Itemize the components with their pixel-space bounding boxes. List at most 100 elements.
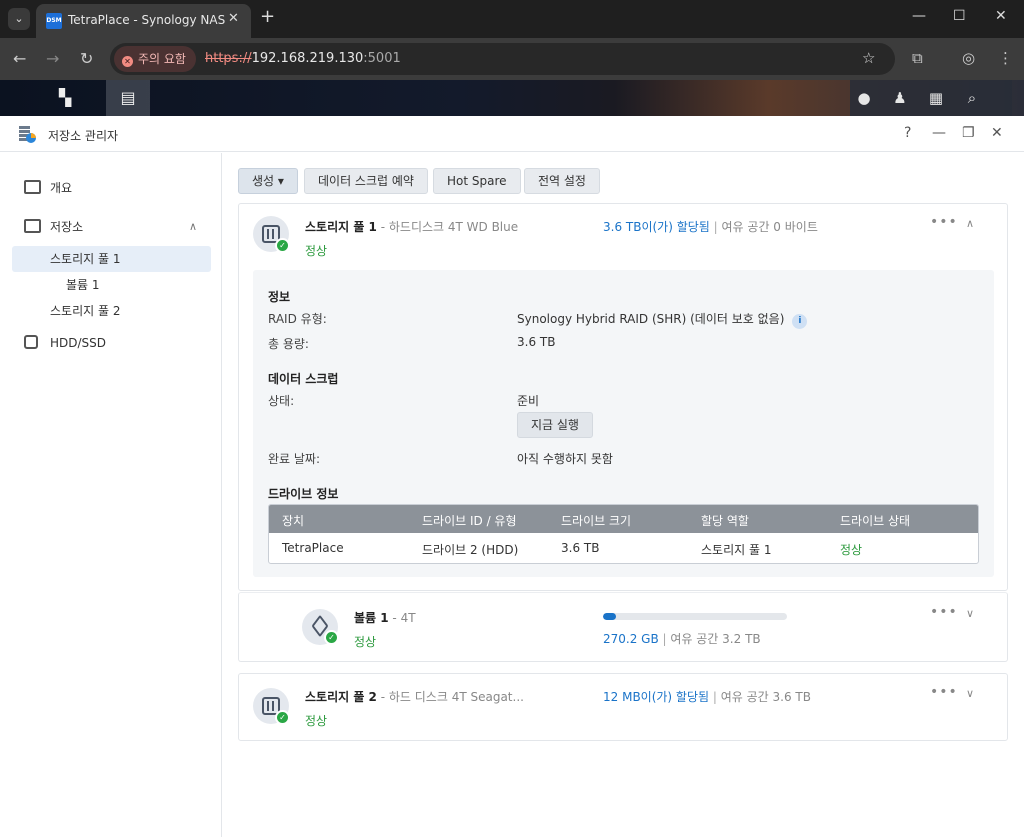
new-tab-icon[interactable]: +: [260, 6, 275, 27]
search-icon[interactable]: ⌕: [962, 88, 982, 108]
close-window-icon[interactable]: ✕: [995, 8, 1007, 24]
drive-table: 장치 드라이브 ID / 유형 드라이브 크기 할당 역할 드라이브 상태 Te…: [268, 504, 979, 564]
storage-manager-taskbar-icon[interactable]: ▤: [106, 80, 150, 116]
pool-subtitle: - 하드디스크 4T WD Blue: [376, 220, 519, 234]
raid-type-label: RAID 유형:: [268, 312, 327, 326]
hot-spare-button[interactable]: Hot Spare: [433, 168, 521, 194]
pool-allocation: 12 MB이(가) 할당됨 | 여유 공간 3.6 TB: [603, 688, 811, 705]
sidebar-item-overview[interactable]: 개요: [12, 175, 211, 201]
url-port: :5001: [363, 51, 401, 66]
free-space-text: 여유 공간 3.6 TB: [720, 690, 811, 704]
completed-date-value: 아직 수행하지 못함: [517, 452, 613, 466]
pool-title: 스토리지 풀 2 - 하드 디스크 4T Seagat...: [305, 688, 524, 705]
chevron-up-icon[interactable]: ∧: [189, 214, 197, 240]
back-icon[interactable]: ←: [13, 49, 26, 68]
profile-icon[interactable]: ◎: [962, 49, 975, 67]
tab-close-icon[interactable]: ✕: [228, 11, 239, 26]
reload-icon[interactable]: ↻: [80, 49, 93, 68]
warning-icon: ✕: [122, 56, 133, 67]
dsm-taskbar: ▚ ▤ ● ♟ ▦ ⌕: [0, 80, 1024, 116]
scrub-schedule-button[interactable]: 데이터 스크럽 예약: [304, 168, 428, 194]
capacity-label: 총 용량:: [268, 337, 309, 351]
pool-name: 스토리지 풀 2: [305, 690, 377, 704]
sidebar-item-label: 스토리지 풀 1: [50, 252, 121, 266]
minimize-icon[interactable]: —: [932, 125, 946, 141]
chevron-down-icon[interactable]: ∨: [966, 607, 974, 620]
more-options-icon[interactable]: •••: [930, 684, 958, 700]
security-warning-chip[interactable]: ✕ 주의 요함: [114, 46, 196, 72]
sidebar-item-label: 저장소: [50, 220, 84, 234]
browser-tab[interactable]: DSM TetraPlace - Synology NAS ✕: [36, 4, 251, 38]
overview-icon: [24, 180, 41, 194]
pool-subtitle: - 하드 디스크 4T Seagat...: [376, 690, 524, 704]
scrub-status-label: 상태:: [268, 394, 295, 408]
volume-name: 볼륨 1: [354, 611, 389, 625]
storage-pool-1-card: ✓ 스토리지 풀 1 - 하드디스크 4T WD Blue 정상 3.6 TB이…: [238, 203, 1008, 591]
sidebar: 개요 저장소 ∧ 스토리지 풀 1 볼륨 1 스토리지 풀 2 HDD/SSD: [0, 153, 222, 837]
sidebar-item-label: 볼륨 1: [66, 278, 100, 292]
info-section-title: 정보: [268, 290, 291, 304]
maximize-window-icon[interactable]: ☐: [953, 8, 966, 24]
minimize-window-icon[interactable]: —: [912, 8, 926, 24]
status-ok-icon: ✓: [324, 630, 339, 645]
sidebar-item-hdd[interactable]: HDD/SSD: [12, 330, 211, 356]
close-icon[interactable]: ✕: [991, 125, 1003, 141]
forward-icon[interactable]: →: [46, 49, 59, 68]
column-header[interactable]: 드라이브 ID / 유형: [422, 512, 517, 529]
chevron-up-icon[interactable]: ∧: [966, 217, 974, 230]
global-settings-button[interactable]: 전역 설정: [524, 168, 600, 194]
separator: |: [658, 632, 671, 646]
column-header[interactable]: 드라이브 상태: [840, 512, 910, 529]
column-header[interactable]: 장치: [282, 512, 304, 529]
status-badge: 정상: [305, 244, 328, 258]
chevron-down-icon[interactable]: ∨: [966, 687, 974, 700]
allocated-text: 3.6 TB이(가) 할당됨: [603, 220, 710, 234]
separator: |: [709, 690, 721, 704]
bookmark-star-icon[interactable]: ☆: [862, 49, 875, 67]
column-header[interactable]: 드라이브 크기: [561, 512, 631, 529]
url-scheme: https://: [205, 51, 252, 66]
widgets-icon[interactable]: ▦: [926, 88, 946, 108]
sidebar-item-label: 개요: [50, 181, 73, 195]
run-now-button[interactable]: 지금 실행: [517, 412, 593, 438]
sidebar-item-pool1[interactable]: 스토리지 풀 1: [12, 246, 211, 272]
address-bar: ← → ↻ ✕ 주의 요함 https://192.168.219.130:500…: [0, 38, 1024, 80]
window-titlebar: 저장소 관리자 ? — ❐ ✕: [0, 116, 1024, 152]
restore-icon[interactable]: ❐: [962, 125, 975, 141]
main-menu-icon[interactable]: ▚: [43, 80, 87, 116]
tab-list-icon[interactable]: ⌄: [8, 8, 30, 30]
security-warning-label: 주의 요함: [138, 52, 186, 66]
more-options-icon[interactable]: •••: [930, 214, 958, 230]
help-icon[interactable]: ?: [904, 125, 911, 141]
hdd-icon: [24, 335, 38, 349]
user-icon[interactable]: ♟: [890, 88, 910, 108]
storage-manager-app-icon: [19, 126, 36, 143]
allocated-text: 12 MB이(가) 할당됨: [603, 690, 710, 704]
raid-type-value: Synology Hybrid RAID (SHR) (데이터 보호 없음) i: [517, 310, 808, 329]
more-options-icon[interactable]: •••: [930, 604, 958, 620]
url-omnibox[interactable]: ✕ 주의 요함 https://192.168.219.130:5001 ☆: [110, 43, 895, 75]
separator: |: [709, 220, 722, 234]
extensions-icon[interactable]: ⧉: [912, 49, 923, 67]
status-badge: 정상: [305, 714, 328, 728]
create-button[interactable]: 생성 ▾: [238, 168, 298, 194]
volume-1-card: ✓ 볼륨 1 - 4T 정상 270.2 GB | 여유 공간 3.2 TB •…: [238, 592, 1008, 662]
free-space-text: 여유 공간 3.2 TB: [670, 632, 761, 646]
scrub-status-value: 준비: [517, 394, 540, 408]
sidebar-item-label: 스토리지 풀 2: [50, 304, 121, 318]
pool-allocation: 3.6 TB이(가) 할당됨 | 여유 공간 0 바이트: [603, 218, 818, 235]
table-cell: 드라이브 2 (HDD): [422, 543, 519, 557]
sidebar-item-storage[interactable]: 저장소 ∧: [12, 214, 211, 240]
column-header[interactable]: 할당 역할: [701, 512, 749, 529]
chat-icon[interactable]: ●: [854, 88, 874, 108]
table-cell-status: 정상: [840, 543, 863, 557]
sidebar-item-label: HDD/SSD: [50, 336, 107, 350]
info-icon[interactable]: i: [792, 314, 808, 329]
sidebar-item-pool2[interactable]: 스토리지 풀 2: [12, 298, 211, 324]
menu-kebab-icon[interactable]: ⋮: [998, 49, 1013, 67]
tab-title: TetraPlace - Synology NAS: [68, 13, 226, 27]
window-title: 저장소 관리자: [48, 129, 119, 143]
url-text[interactable]: https://192.168.219.130:5001: [205, 51, 401, 66]
sidebar-item-volume1[interactable]: 볼륨 1: [12, 272, 211, 298]
drive-info-title: 드라이브 정보: [268, 487, 339, 501]
